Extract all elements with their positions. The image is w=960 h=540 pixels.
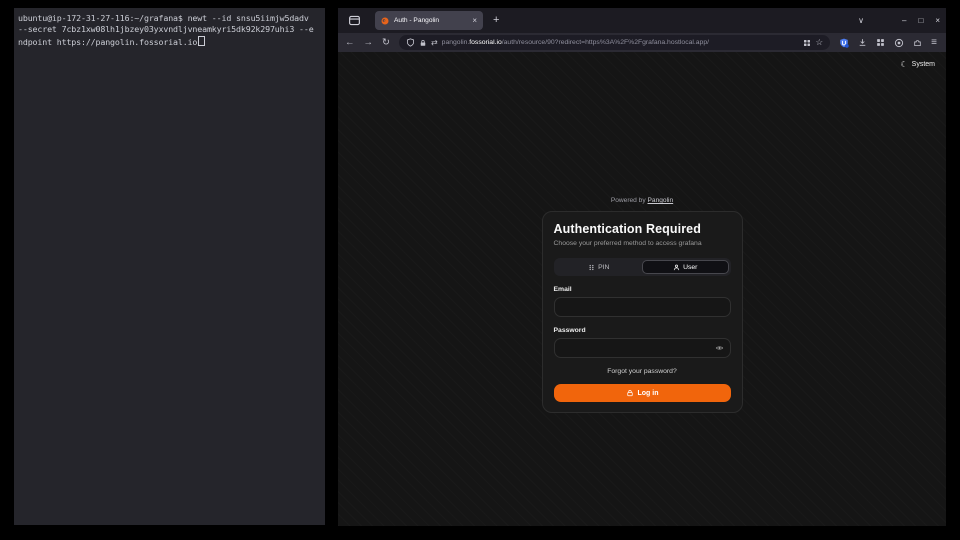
- page-content: ☾ System Powered by Pangolin Authenticat…: [338, 52, 946, 526]
- extensions-puzzle-icon[interactable]: [913, 38, 922, 47]
- window-close-button[interactable]: ×: [935, 17, 940, 25]
- browser-window: Auth - Pangolin × + ∨ – □ × ← → ↻: [338, 8, 946, 526]
- password-label: Password: [554, 327, 731, 334]
- tab-pin-label: PIN: [598, 264, 609, 271]
- https-lock-icon[interactable]: [419, 39, 427, 47]
- menu-icon[interactable]: ≡: [931, 38, 937, 48]
- tab-list-chevron-icon[interactable]: ∨: [858, 16, 864, 25]
- terminal-line: ndpoint https://pangolin.fossorial.io: [18, 36, 321, 49]
- new-tab-button[interactable]: +: [493, 15, 499, 26]
- terminal-line: --secret 7cbz1xw08lh1jbzey03yxvndljvneam…: [18, 24, 321, 35]
- url-text: pangolin.fossorial.io/auth/resource/90?r…: [442, 39, 799, 46]
- login-lock-icon: [626, 389, 634, 397]
- navigation-toolbar: ← → ↻ ⇄ pangolin.fossorial.io/auth/resou…: [338, 33, 946, 52]
- tab-user[interactable]: User: [642, 260, 729, 274]
- back-button[interactable]: ←: [345, 38, 355, 48]
- maximize-button[interactable]: □: [918, 17, 923, 25]
- auth-method-tabs: PIN User: [554, 258, 731, 276]
- email-field[interactable]: [554, 297, 731, 317]
- toolbar-grid-icon[interactable]: [876, 38, 885, 47]
- tab-pin[interactable]: PIN: [556, 260, 643, 274]
- url-bar[interactable]: ⇄ pangolin.fossorial.io/auth/resource/90…: [399, 35, 830, 50]
- keypad-icon: [588, 264, 595, 271]
- permissions-icon[interactable]: ⇄: [431, 38, 438, 47]
- moon-icon: ☾: [900, 60, 907, 69]
- theme-toggle-label: System: [912, 61, 935, 68]
- card-title: Authentication Required: [554, 222, 731, 236]
- card-subtitle: Choose your preferred method to access g…: [554, 240, 731, 247]
- extension-shield-icon[interactable]: [839, 38, 849, 48]
- screen: ubuntu@ip-172-31-27-116:~/grafana$ newt …: [0, 0, 960, 540]
- pangolin-brand-link[interactable]: Pangolin: [648, 197, 674, 204]
- login-button[interactable]: Log in: [554, 384, 731, 402]
- url-domain: fossorial.io: [469, 39, 502, 46]
- forward-button[interactable]: →: [364, 38, 374, 48]
- tab-bar: Auth - Pangolin × + ∨ – □ ×: [338, 8, 946, 33]
- bookmark-star-icon[interactable]: ☆: [816, 37, 824, 48]
- login-button-label: Log in: [638, 390, 659, 397]
- tracking-shield-icon[interactable]: [406, 38, 415, 47]
- terminal-line: ubuntu@ip-172-31-27-116:~/grafana$ newt …: [18, 13, 321, 24]
- tab-title: Auth - Pangolin: [394, 17, 472, 24]
- terminal-line-text: ndpoint https://pangolin.fossorial.io: [18, 37, 197, 47]
- extension-circle-icon[interactable]: [894, 38, 904, 48]
- auth-card: Authentication Required Choose your pref…: [542, 211, 743, 413]
- download-icon[interactable]: [858, 38, 867, 47]
- minimize-button[interactable]: –: [902, 17, 906, 25]
- eye-icon[interactable]: [715, 344, 724, 352]
- email-label: Email: [554, 286, 731, 293]
- page-action-grid-icon[interactable]: [803, 39, 811, 47]
- powered-by: Powered by Pangolin: [611, 197, 673, 204]
- tab-close-icon[interactable]: ×: [472, 17, 477, 25]
- pangolin-favicon: [381, 17, 389, 25]
- auth-section: Powered by Pangolin Authentication Requi…: [338, 197, 946, 413]
- theme-toggle[interactable]: ☾ System: [900, 60, 935, 69]
- password-field[interactable]: [554, 338, 731, 358]
- terminal-window[interactable]: ubuntu@ip-172-31-27-116:~/grafana$ newt …: [14, 8, 325, 525]
- forgot-password-link[interactable]: Forgot your password?: [554, 368, 731, 375]
- firefox-view-icon[interactable]: [348, 14, 361, 27]
- reload-button[interactable]: ↻: [382, 38, 390, 48]
- tab-user-label: User: [683, 264, 697, 271]
- user-icon: [673, 264, 680, 271]
- terminal-cursor: [198, 36, 205, 47]
- browser-tab[interactable]: Auth - Pangolin ×: [375, 11, 483, 30]
